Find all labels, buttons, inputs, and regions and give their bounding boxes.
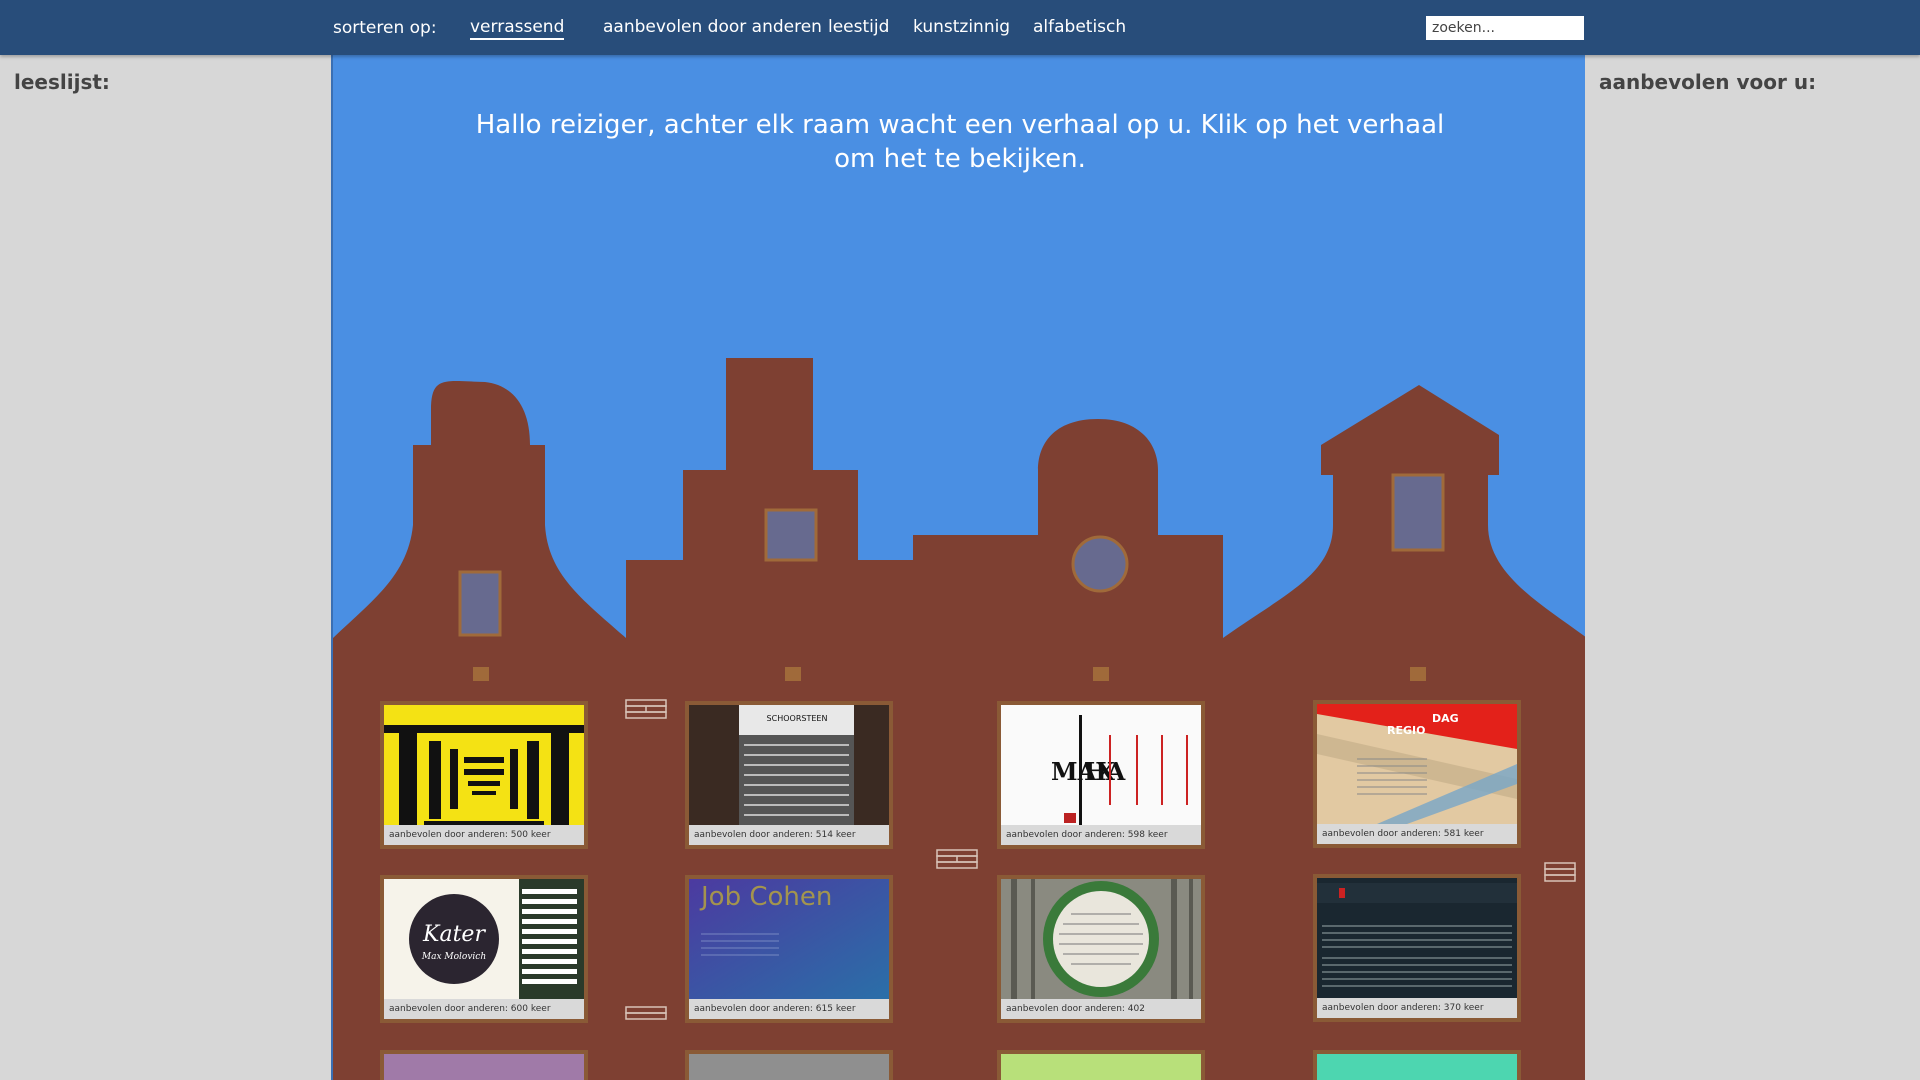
story-window-11[interactable] [997,1050,1205,1080]
recommended-title: aanbevolen voor u: [1599,70,1817,94]
sort-option-alfabetisch[interactable]: alfabetisch [1033,17,1126,37]
gable-window-1 [458,570,502,637]
gable-window-4 [1391,473,1445,552]
story-window-6[interactable]: Job Cohen aanbevolen door anderen: 615 k… [685,875,893,1023]
cover-kater-author: Max Molovich [421,952,486,962]
story-cover-kater: Kater Max Molovich [384,879,584,999]
cover-ha-text: HA [1084,757,1126,786]
story-window-3[interactable]: MAX HA aanbevolen door anderen: 598 keer [997,701,1205,849]
story-window-8[interactable]: aanbevolen door anderen: 370 keer [1313,874,1521,1022]
search-input[interactable] [1426,16,1584,40]
story-cover-dag-regio: DAG REGIO [1317,704,1517,824]
story-window-5[interactable]: Kater Max Molovich aanbevolen door ander… [380,875,588,1023]
sort-label: sorteren op: [333,18,437,38]
story-cover-teal [1317,1054,1517,1080]
story-window-10[interactable] [685,1050,893,1080]
story-window-12[interactable] [1313,1050,1521,1080]
story-caption-6: aanbevolen door anderen: 615 keer [694,1004,856,1014]
story-caption-5: aanbevolen door anderen: 600 keer [389,1004,551,1014]
story-cover-circle-forest [1001,879,1201,999]
story-caption-2: aanbevolen door anderen: 514 keer [694,830,856,840]
story-window-9[interactable] [380,1050,588,1080]
sort-option-leestijd[interactable]: leestijd [828,17,889,37]
story-caption-7: aanbevolen door anderen: 402 [1006,1004,1145,1014]
story-caption-4: aanbevolen door anderen: 581 keer [1322,829,1484,839]
story-cover-dark-article [1317,878,1517,998]
story-caption-3: aanbevolen door anderen: 598 keer [1006,830,1168,840]
cover-dag-text: DAG [1432,712,1459,725]
story-cover-purple [384,1054,584,1080]
story-window-1[interactable]: aanbevolen door anderen: 500 keer [380,701,588,849]
cover-regio-text: REGIO [1387,724,1425,737]
cover-kater-text: Kater [422,922,486,947]
story-cover-yellow-tunnel [384,705,584,825]
cover-job-cohen-text: Job Cohen [699,882,832,912]
sort-option-kunstzinnig[interactable]: kunstzinnig [913,17,1010,37]
story-window-2[interactable]: SCHOORSTEEN aanbevolen door anderen: 514… [685,701,893,849]
reading-list-title: leeslijst: [14,70,110,94]
gable-window-3 [1071,535,1129,593]
story-window-7[interactable]: aanbevolen door anderen: 402 [997,875,1205,1023]
house-2 [626,358,913,638]
story-caption-8: aanbevolen door anderen: 370 keer [1322,1003,1484,1013]
story-cover-grey [689,1054,889,1080]
story-cover-job-cohen: Job Cohen [689,879,889,999]
story-cover-max-ha: MAX HA [1001,705,1201,825]
story-cover-green [1001,1054,1201,1080]
story-window-4[interactable]: DAG REGIO aanbevolen door anderen: 581 k… [1313,700,1521,848]
sort-option-aanbevolen[interactable]: aanbevolen door anderen [603,17,822,37]
story-caption-1: aanbevolen door anderen: 500 keer [389,830,551,840]
gable-window-2 [764,508,818,562]
story-cover-schoorsteen: SCHOORSTEEN [689,705,889,825]
main-canvas: Hallo reiziger, achter elk raam wacht ee… [331,55,1585,1080]
top-bar: sorteren op: verrassend aanbevolen door … [0,0,1920,55]
house-3 [913,419,1223,638]
sort-option-verrassend[interactable]: verrassend [470,17,565,40]
schoorsteen-title: SCHOORSTEEN [767,714,828,723]
